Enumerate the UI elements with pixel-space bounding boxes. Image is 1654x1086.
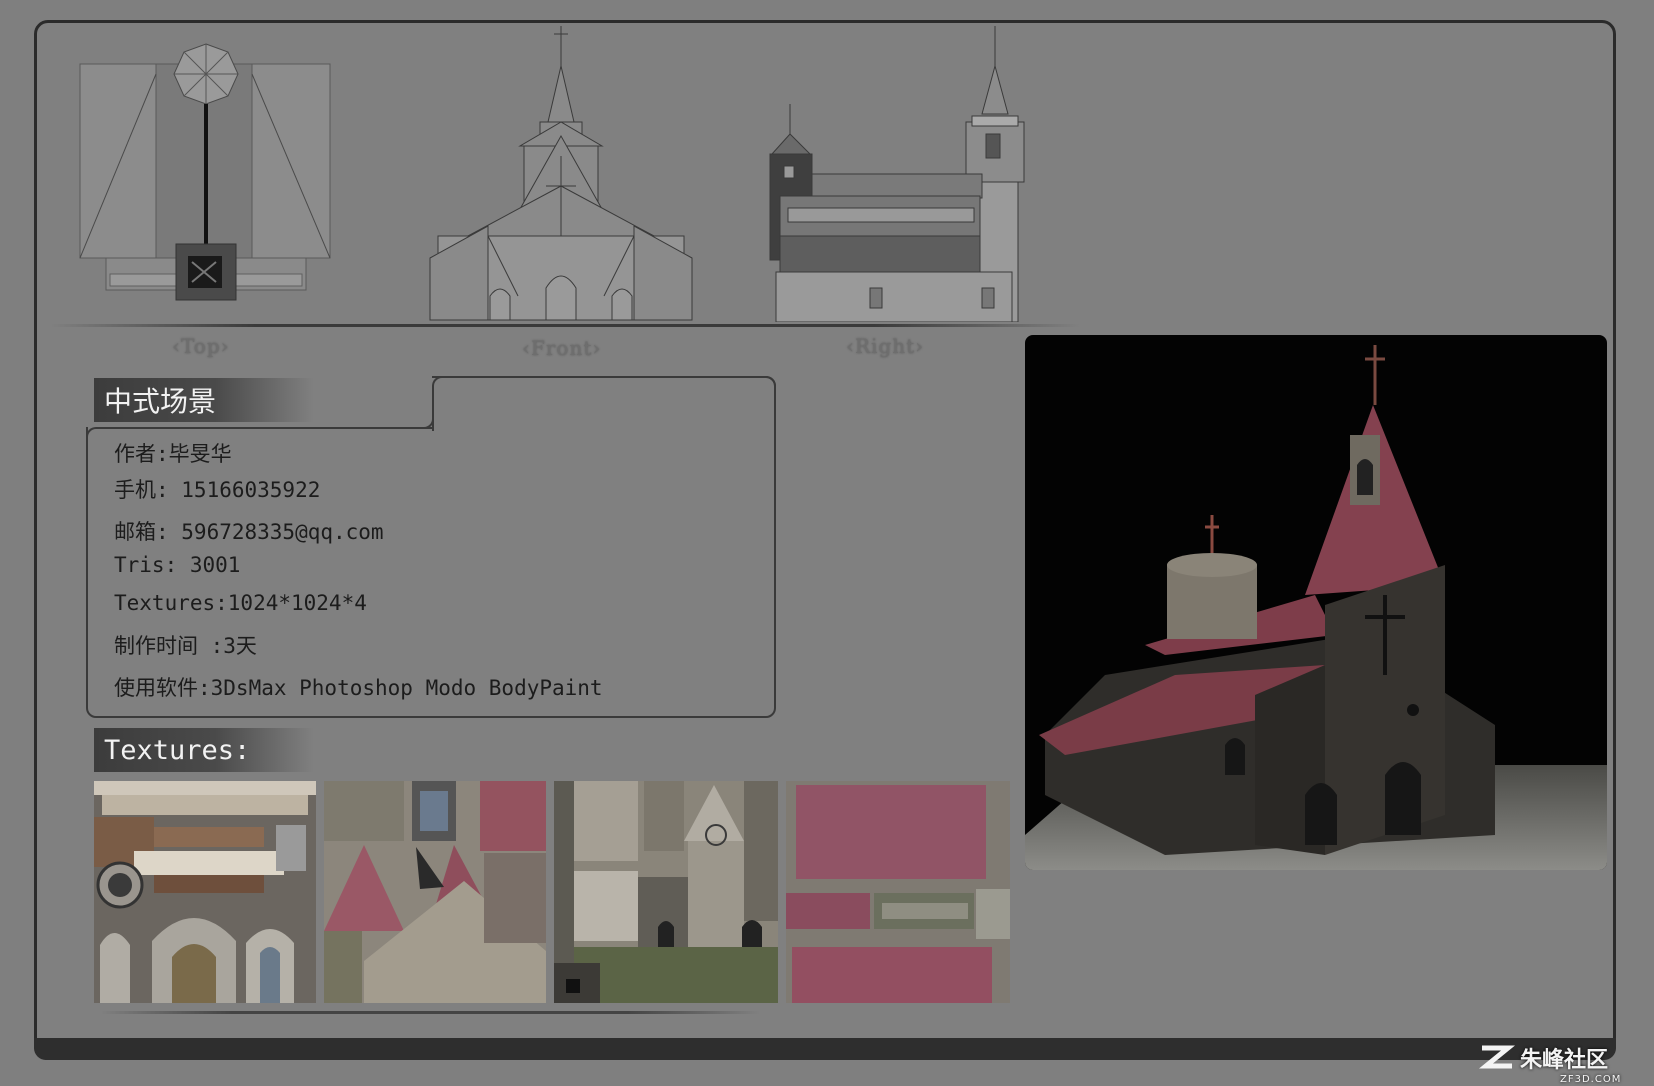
texture-swatch-tower — [554, 781, 778, 1003]
front-view-label: ‹Front› — [522, 336, 602, 360]
watermark-brand: 朱峰社区 — [1520, 1048, 1609, 1073]
info-email: 邮箱: 596728335@qq.com — [114, 520, 384, 544]
texture-swatch-walls — [324, 781, 546, 1003]
front-view-drawing — [428, 26, 694, 322]
info-software: 使用软件:3DsMax Photoshop Modo BodyPaint — [114, 676, 603, 700]
top-view-drawing — [78, 40, 338, 310]
info-title: 中式场景 — [104, 385, 217, 418]
right-view-label: ‹Right› — [846, 334, 925, 358]
info-time: 制作时间 :3天 — [114, 634, 257, 658]
zf-logo-icon — [1478, 1042, 1516, 1076]
info-author: 作者:毕旻华 — [114, 442, 232, 466]
right-view-drawing — [750, 26, 1030, 322]
church-render — [1025, 335, 1607, 870]
site-watermark: 朱峰社区 ZF3D.COM — [1478, 1042, 1622, 1085]
textures-title-tab: Textures: — [94, 728, 314, 772]
info-title-tab: 中式场景 — [94, 378, 314, 422]
info-textures: Textures:1024*1024*4 — [114, 591, 367, 615]
watermark-domain: ZF3D.COM — [1560, 1074, 1622, 1085]
info-tris: Tris: 3001 — [114, 553, 241, 577]
textures-title: Textures: — [104, 734, 251, 766]
info-phone: 手机: 15166035922 — [114, 478, 321, 502]
info-card-joint-corner — [414, 410, 434, 429]
top-view-label: ‹Top› — [172, 334, 230, 358]
texture-swatch-trim — [94, 781, 316, 1003]
views-divider — [50, 324, 1080, 327]
sheet-frame-bottom-bar — [34, 1038, 1616, 1060]
info-card-notch — [432, 376, 776, 431]
textures-divider — [100, 1011, 760, 1014]
texture-swatch-roof — [786, 781, 1010, 1003]
